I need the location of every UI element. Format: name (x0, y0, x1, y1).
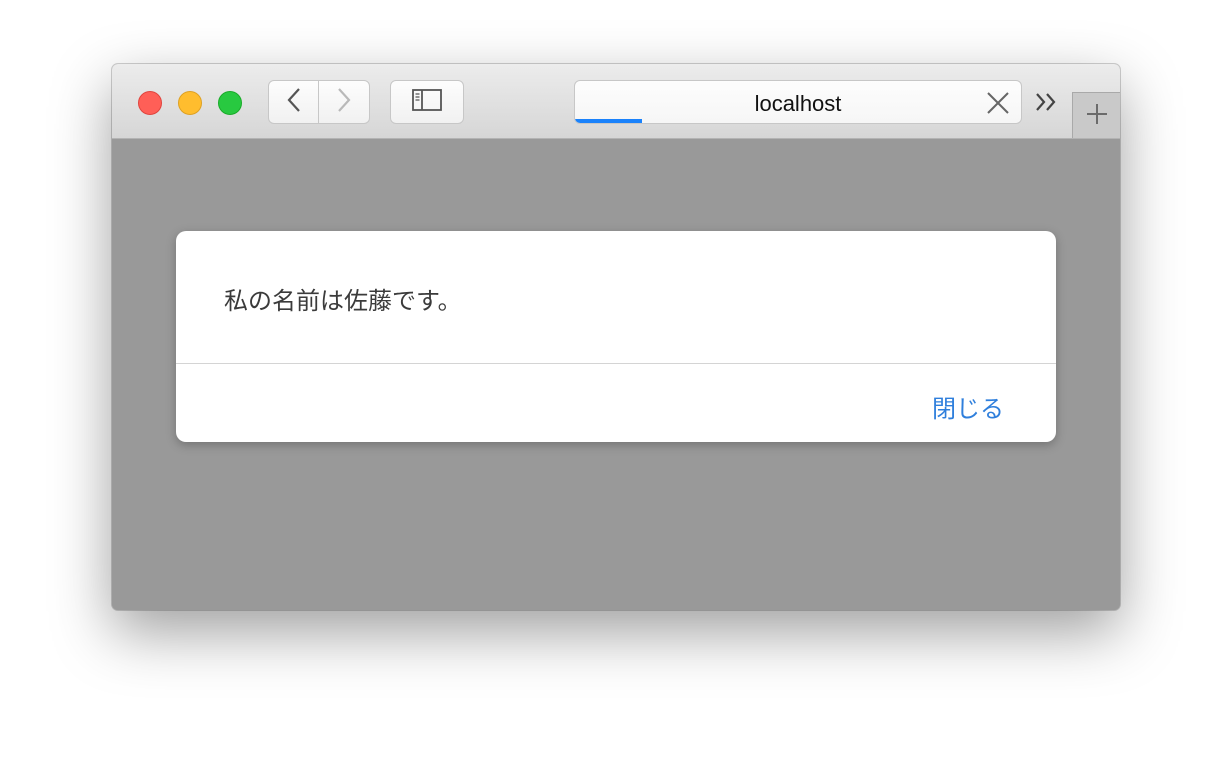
forward-button[interactable] (318, 80, 370, 124)
page-content: 私の名前は佐藤です。 閉じる (112, 139, 1120, 610)
alert-dialog: 私の名前は佐藤です。 閉じる (176, 231, 1056, 442)
sidebar-toggle-button[interactable] (390, 80, 464, 124)
sidebar-icon (412, 89, 442, 115)
new-tab-button[interactable] (1072, 92, 1120, 138)
double-chevron-right-icon[interactable] (1032, 90, 1062, 114)
window-close-button[interactable] (138, 91, 162, 115)
window-minimize-button[interactable] (178, 91, 202, 115)
window-maximize-button[interactable] (218, 91, 242, 115)
dialog-divider (176, 363, 1056, 364)
chevron-right-icon (336, 87, 352, 117)
chevron-left-icon (286, 87, 302, 117)
browser-window: localhost 私の名前は佐藤です。 閉じる (112, 64, 1120, 610)
title-bar: localhost (112, 64, 1120, 139)
loading-progress-bar (575, 119, 642, 123)
dialog-close-button[interactable]: 閉じる (932, 389, 1004, 424)
tab-localhost[interactable]: localhost (574, 80, 1022, 124)
close-icon[interactable] (985, 90, 1011, 116)
dialog-message: 私の名前は佐藤です。 (224, 287, 462, 315)
tab-title: localhost (754, 91, 842, 116)
back-button[interactable] (268, 80, 319, 124)
plus-icon (1085, 102, 1109, 130)
